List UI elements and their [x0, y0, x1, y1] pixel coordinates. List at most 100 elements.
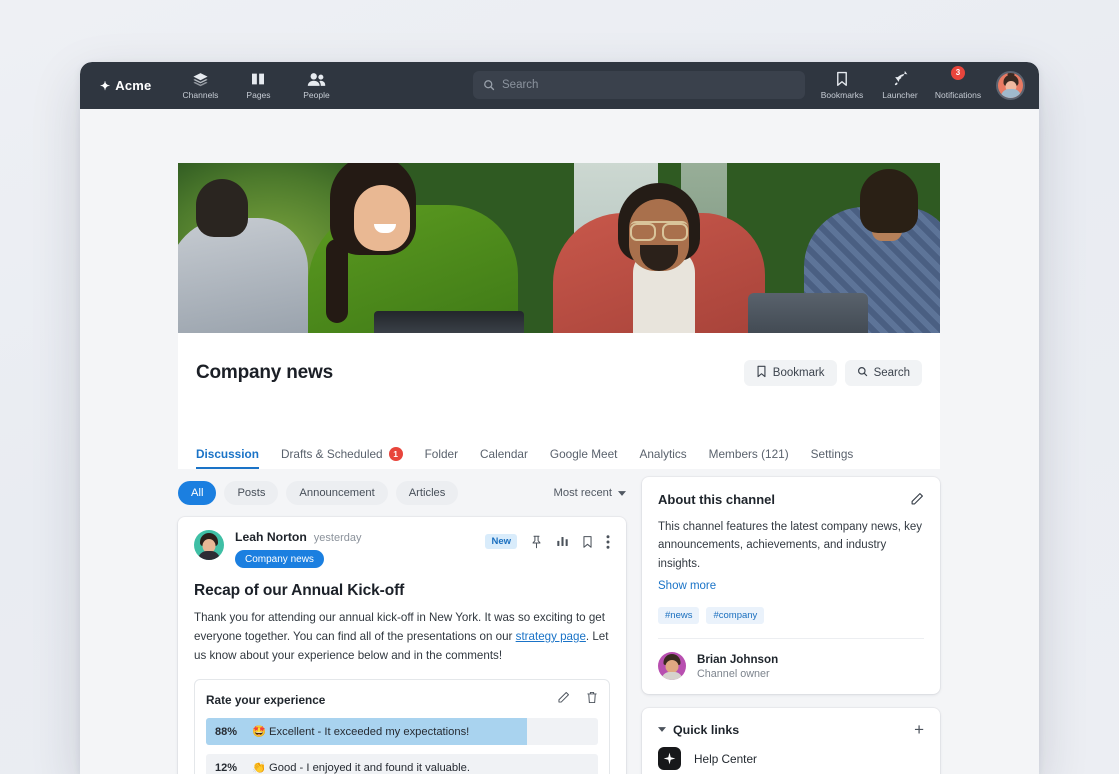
post-timestamp: yesterday	[314, 532, 362, 544]
channel-owner-row[interactable]: Brian Johnson Channel owner	[658, 638, 924, 680]
tab-settings-label: Settings	[811, 447, 854, 461]
avatar-body	[198, 551, 220, 560]
sort-dropdown[interactable]: Most recent	[554, 487, 626, 499]
post-text: Thank you for attending our annual kick-…	[194, 609, 610, 665]
tab-calendar-label: Calendar	[480, 447, 528, 461]
tab-google-meet[interactable]: Google Meet	[550, 447, 618, 469]
poll-option-emoji: 👏	[252, 762, 266, 774]
tab-discussion[interactable]: Discussion	[196, 447, 259, 469]
pin-icon[interactable]	[530, 535, 543, 549]
primary-nav-items: Channels Pages People	[173, 69, 343, 103]
tab-discussion-label: Discussion	[196, 447, 259, 461]
tab-folder[interactable]: Folder	[425, 447, 458, 469]
nav-item-launcher[interactable]: Launcher	[872, 69, 928, 103]
tab-analytics[interactable]: Analytics	[639, 447, 686, 469]
delete-poll-icon[interactable]	[586, 691, 598, 709]
drafts-count-badge: 1	[389, 447, 403, 461]
edit-icon[interactable]	[910, 492, 924, 506]
feed-column: All Posts Announcement Articles Most rec…	[178, 477, 626, 774]
app-window: ✦ Acme Channels Pages People	[80, 62, 1039, 774]
bookmark-icon[interactable]	[582, 535, 593, 549]
tab-calendar[interactable]: Calendar	[480, 447, 528, 469]
poll-option-text: Good - I enjoyed it and found it valuabl…	[269, 762, 470, 774]
feed-filter-bar: All Posts Announcement Articles Most rec…	[178, 477, 626, 509]
show-more-link[interactable]: Show more	[658, 580, 716, 592]
filter-chip-posts[interactable]: Posts	[224, 481, 278, 505]
owner-role: Channel owner	[697, 668, 778, 680]
brand-name: Acme	[115, 78, 151, 93]
quick-links-title: Quick links	[673, 723, 739, 737]
poll-widget: Rate your experience	[194, 679, 610, 774]
cover-person-1-head	[196, 179, 248, 237]
about-channel-card: About this channel This channel features…	[642, 477, 940, 694]
tab-folder-label: Folder	[425, 447, 458, 461]
tag-news[interactable]: #news	[658, 607, 699, 624]
channel-search-button-label: Search	[874, 367, 910, 379]
search-input[interactable]	[502, 79, 795, 91]
nav-item-notifications[interactable]: 3 Notifications	[930, 69, 986, 103]
post-meta: Leah Norton yesterday Company news	[235, 530, 361, 568]
cover-person-2-face	[354, 185, 410, 251]
filter-chip-articles[interactable]: Articles	[396, 481, 459, 505]
book-icon	[250, 71, 266, 88]
quick-link-help-center[interactable]: Help Center	[658, 738, 924, 774]
tab-members[interactable]: Members (121)	[709, 447, 789, 469]
quick-links-card: Quick links + Help Center Product visi	[642, 708, 940, 774]
edit-poll-icon[interactable]	[557, 691, 570, 709]
channel-tags: #news #company	[658, 607, 924, 624]
channel-cover-image	[178, 163, 940, 333]
avatar-body	[1001, 89, 1021, 98]
poll-option-row[interactable]: 88% 🤩 Excellent - It exceeded my expecta…	[206, 718, 598, 745]
nav-item-people[interactable]: People	[289, 69, 343, 103]
owner-name: Brian Johnson	[697, 653, 778, 666]
bookmark-icon	[835, 71, 849, 88]
poll-option-row[interactable]: 12% 👏 Good - I enjoyed it and found it v…	[206, 754, 598, 774]
nav-item-people-label: People	[303, 90, 329, 100]
channel-header: Company news Bookmark Search Dis	[178, 333, 940, 469]
page-body: Company news Bookmark Search Dis	[80, 109, 1039, 774]
status-badge-new: New	[485, 534, 517, 549]
quick-link-help-center-label: Help Center	[694, 752, 757, 766]
nav-item-pages[interactable]: Pages	[231, 69, 285, 103]
about-card-title: About this channel	[658, 492, 775, 507]
cover-chair	[748, 293, 868, 333]
tab-settings[interactable]: Settings	[811, 447, 854, 469]
nav-item-launcher-label: Launcher	[882, 90, 917, 100]
poll-option-label: 🤩 Excellent - It exceeded my expectation…	[252, 725, 469, 738]
analytics-icon[interactable]	[556, 535, 569, 548]
nav-item-bookmarks[interactable]: Bookmarks	[814, 69, 870, 103]
owner-text: Brian Johnson Channel owner	[697, 653, 778, 680]
about-channel-description: This channel features the latest company…	[658, 518, 924, 573]
search-icon	[857, 366, 868, 380]
about-card-header: About this channel	[658, 492, 924, 507]
strategy-page-link[interactable]: strategy page	[516, 630, 586, 643]
author-avatar[interactable]	[194, 530, 224, 560]
filter-chip-announcement[interactable]: Announcement	[286, 481, 387, 505]
poll-option-emoji: 🤩	[252, 726, 266, 738]
cover-laptop	[374, 311, 524, 333]
sort-dropdown-label: Most recent	[554, 487, 612, 499]
bookmark-button[interactable]: Bookmark	[744, 360, 837, 386]
tab-drafts-and-scheduled[interactable]: Drafts & Scheduled 1	[281, 447, 403, 469]
top-navigation-bar: ✦ Acme Channels Pages People	[80, 62, 1039, 109]
user-avatar[interactable]	[996, 71, 1025, 100]
tab-drafts-and-scheduled-label: Drafts & Scheduled	[281, 447, 383, 461]
add-quick-link-button[interactable]: +	[914, 721, 924, 738]
nav-item-pages-label: Pages	[246, 90, 270, 100]
filter-chip-all[interactable]: All	[178, 481, 216, 505]
tag-company[interactable]: #company	[706, 607, 764, 624]
rocket-icon	[892, 71, 909, 88]
poll-option-percent: 12%	[206, 762, 252, 774]
chevron-down-icon[interactable]	[658, 727, 666, 732]
brand-logo[interactable]: ✦ Acme	[100, 78, 151, 93]
sparkle-icon: ✦	[100, 80, 110, 92]
global-search[interactable]	[473, 71, 805, 99]
nav-item-channels[interactable]: Channels	[173, 69, 227, 103]
nav-item-bookmarks-label: Bookmarks	[821, 90, 864, 100]
author-name: Leah Norton	[235, 530, 307, 544]
channel-search-button[interactable]: Search	[845, 360, 922, 386]
layers-icon	[192, 71, 209, 88]
more-options-icon[interactable]	[606, 535, 610, 549]
owner-avatar	[658, 652, 686, 680]
post-channel-pill[interactable]: Company news	[235, 550, 324, 568]
